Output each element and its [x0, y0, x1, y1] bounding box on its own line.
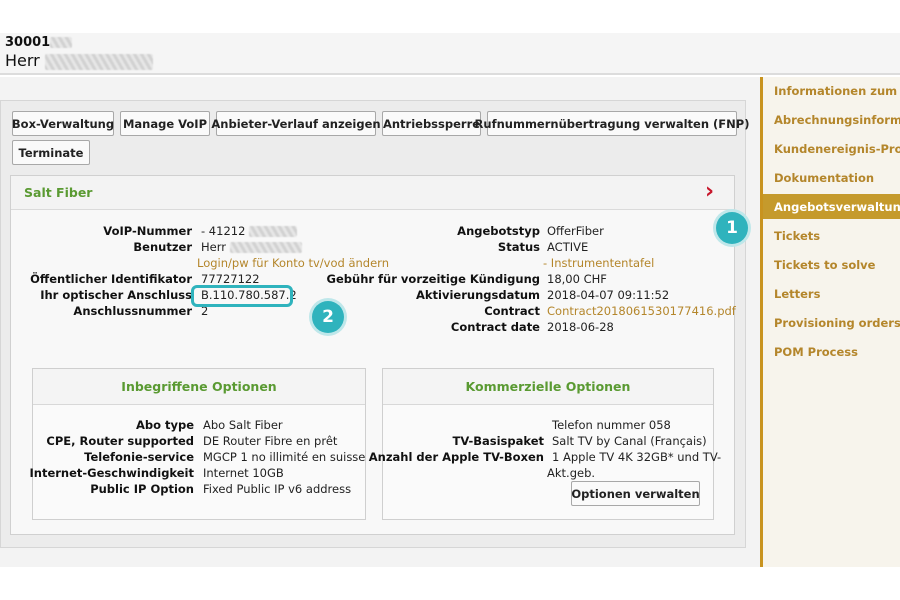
connection-number-label: Anschlussnummer — [73, 304, 192, 318]
contract-date-value: 2018-06-28 — [547, 320, 614, 334]
activation-date-label: Aktivierungsdatum — [415, 288, 540, 302]
manage-options-button[interactable]: Optionen verwalten — [571, 481, 700, 506]
redacted-blur — [249, 226, 298, 237]
contract-date-label: Contract date — [450, 320, 540, 334]
status-value: ACTIVE — [547, 240, 589, 254]
customer-id: 30001 — [5, 35, 73, 50]
option-label: Public IP Option — [90, 482, 194, 496]
number-porting-button[interactable]: Rufnummernübertragung verwalten (FNP) — [475, 111, 749, 136]
user-label: Benutzer — [133, 240, 192, 254]
redacted-blur — [50, 37, 73, 48]
drive-lock-button[interactable]: Antriebssperre — [382, 111, 481, 136]
included-options-title: Inbegriffene Optionen — [33, 369, 365, 405]
sidebar-item-customer-events[interactable]: Kundenereignis-Prot... — [774, 142, 900, 156]
option-label: CPE, Router supported — [46, 434, 194, 448]
option-value: Internet 10GB — [203, 466, 284, 480]
sidebar-item-offer-management[interactable]: Angebotsverwaltung — [774, 200, 900, 214]
contract-label: Contract — [484, 304, 540, 318]
option-value: Fixed Public IP v6 address — [203, 482, 352, 496]
option-label: Internet-Geschwindigkeit — [29, 466, 194, 480]
sidebar-item-tickets[interactable]: Tickets — [774, 229, 820, 243]
step-marker-2: 2 — [312, 301, 344, 333]
manage-voip-button[interactable]: Manage VoIP — [120, 111, 210, 136]
sidebar-item-billing-info[interactable]: Abrechnungsinforma... — [774, 113, 900, 127]
option-label: Abo type — [135, 418, 194, 432]
dashboard-link[interactable]: - Instrumententafel — [543, 256, 654, 270]
bottom-band — [0, 567, 900, 600]
product-title: Salt Fiber — [24, 185, 93, 200]
apple-tv-count-value-cont: Akt.geb. — [547, 466, 596, 480]
sidebar-item-pom-process[interactable]: POM Process — [774, 345, 858, 359]
sidebar-item-provisioning-orders[interactable]: Provisioning orders — [774, 316, 900, 330]
top-band — [0, 0, 900, 33]
optical-connection-label: Ihr optischer Anschluss — [40, 288, 192, 302]
contract-file-link[interactable]: Contract2018061530177416.pdf — [547, 304, 736, 318]
redacted-blur — [229, 242, 302, 253]
offer-type-label: Angebotstyp — [457, 224, 540, 238]
optical-connection-highlight — [191, 285, 293, 307]
early-termination-fee-value: 18,00 CHF — [547, 272, 607, 286]
option-value: MGCP 1 no illimité en suisse — [203, 450, 366, 464]
login-change-link[interactable]: Login/pw für Konto tv/vod ändern — [197, 256, 389, 270]
terminate-button[interactable]: Terminate — [12, 140, 90, 165]
customer-id-text: 30001 — [5, 35, 51, 50]
option-value: DE Router Fibre en prêt — [203, 434, 338, 448]
chevron-right-icon[interactable]: › — [705, 181, 714, 203]
product-header[interactable]: Salt Fiber › — [11, 176, 734, 210]
box-management-button[interactable]: Box-Verwaltung — [12, 111, 114, 136]
tv-package-value: Salt TV by Canal (Français) — [552, 434, 707, 448]
phone-number-value: Telefon nummer 058 — [552, 418, 671, 432]
sidebar-item-letters[interactable]: Letters — [774, 287, 820, 301]
option-label: Telefonie-service — [84, 450, 194, 464]
tv-package-label: TV-Basispaket — [452, 434, 544, 448]
commercial-options-title: Kommerzielle Optionen — [383, 369, 713, 405]
customer-salutation: Herr — [5, 51, 40, 70]
apple-tv-count-value: 1 Apple TV 4K 32GB* und TV- — [552, 450, 722, 464]
sidebar-item-contract-info[interactable]: Informationen zum A... — [774, 84, 900, 98]
public-identifier-label: Öffentlicher Identifikator — [30, 272, 192, 286]
sidebar-item-documentation[interactable]: Dokumentation — [774, 171, 874, 185]
status-label: Status — [497, 240, 540, 254]
step-marker-1: 1 — [716, 212, 748, 244]
voip-number-value: - 41212 — [201, 224, 298, 238]
activation-date-value: 2018-04-07 09:11:52 — [547, 288, 670, 302]
sidebar-item-tickets-to-solve[interactable]: Tickets to solve — [774, 258, 875, 272]
offer-type-value: OfferFiber — [547, 224, 604, 238]
customer-name: Herr — [5, 51, 153, 70]
customer-header: 30001 Herr — [0, 33, 900, 75]
provider-history-button[interactable]: Anbieter-Verlauf anzeigen — [211, 111, 381, 136]
user-value: Herr — [201, 240, 302, 254]
early-termination-fee-label: Gebühr für vorzeitige Kündigung — [326, 272, 540, 286]
option-value: Abo Salt Fiber — [203, 418, 283, 432]
apple-tv-count-label: Anzahl der Apple TV-Boxen — [368, 450, 544, 464]
redacted-blur — [44, 53, 153, 70]
sidebar: Informationen zum A... Abrechnungsinform… — [760, 77, 900, 567]
public-identifier-value: 77727122 — [201, 272, 260, 286]
voip-number-label: VoIP-Nummer — [103, 224, 192, 238]
